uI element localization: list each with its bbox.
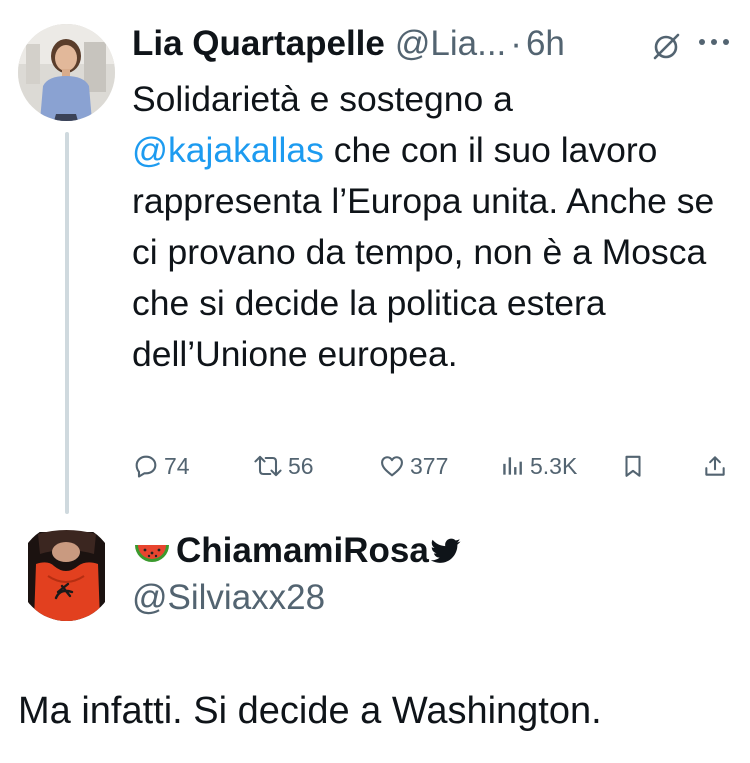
like-count: 377 — [410, 452, 449, 479]
share-button[interactable] — [702, 448, 728, 484]
tweet-text: Solidarietà e sostegno a @kajakallas che … — [132, 74, 742, 380]
views-button[interactable]: 5.3K — [500, 448, 577, 484]
tweet-timestamp[interactable]: 6h — [526, 24, 565, 64]
twitter-bird-icon — [430, 538, 461, 563]
thread-line — [65, 132, 69, 514]
views-icon — [503, 457, 522, 475]
bookmark-icon — [625, 455, 641, 477]
reply-author-avatar[interactable] — [18, 524, 115, 621]
tweet-header: Lia Quartapelle @Lia... · 6h — [132, 22, 565, 66]
like-button[interactable]: 377 — [378, 448, 448, 484]
author-handle[interactable]: @Lia... — [395, 24, 506, 64]
mention-link[interactable]: @kajakallas — [132, 130, 324, 170]
reply-display-name[interactable]: ChiamamiRosa — [176, 531, 429, 571]
repost-button[interactable]: 56 — [252, 448, 314, 484]
reply-count: 74 — [164, 452, 190, 479]
tweet-text-before: Solidarietà e sostegno a — [132, 79, 513, 119]
bookmark-button[interactable] — [620, 448, 646, 484]
separator-dot: · — [510, 24, 522, 63]
reply-button[interactable]: 74 — [132, 448, 190, 484]
author-avatar[interactable] — [18, 24, 115, 121]
more-icon[interactable] — [694, 30, 734, 54]
reply-icon — [135, 455, 157, 478]
watermelon-emoji — [132, 531, 172, 571]
reply-header: ChiamamiRosa — [132, 528, 461, 574]
repost-count: 56 — [288, 452, 314, 479]
reply-text: Ma infatti. Si decide a Washington. — [18, 690, 602, 732]
grok-icon[interactable] — [650, 30, 682, 62]
share-icon — [705, 456, 725, 476]
repost-icon — [254, 455, 282, 477]
like-icon — [381, 456, 403, 477]
author-display-name[interactable]: Lia Quartapelle — [132, 24, 385, 64]
views-count: 5.3K — [530, 452, 578, 479]
tweet-actions: 74 56 377 5.3K — [132, 448, 732, 484]
reply-handle[interactable]: @Silviaxx28 — [132, 578, 325, 618]
